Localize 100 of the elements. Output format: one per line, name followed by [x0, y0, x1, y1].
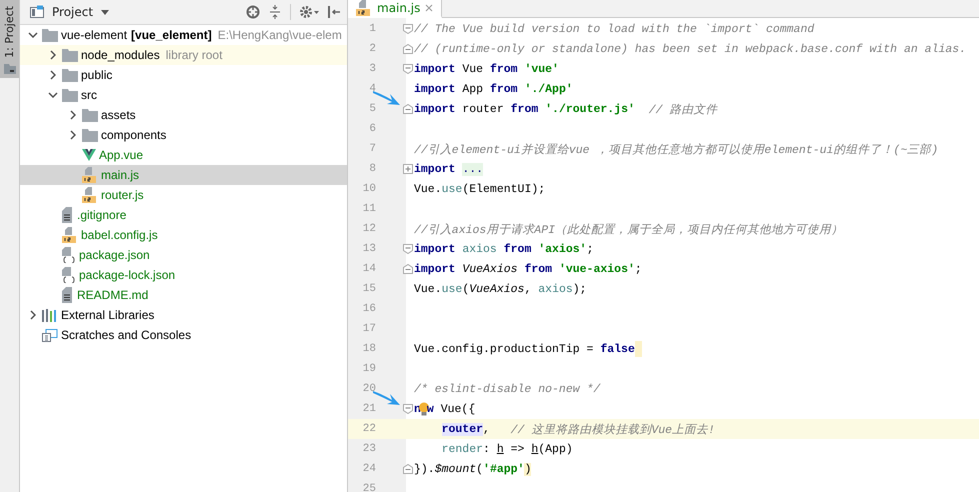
item-name: External Libraries: [61, 308, 154, 322]
item-name: .gitignore: [77, 208, 126, 222]
line-number: 22: [362, 423, 376, 435]
code-line: render: h => h(App): [440, 442, 573, 458]
tree-item[interactable]: Scratches and Consoles: [20, 325, 347, 345]
line-number: 6: [368, 123, 376, 135]
item-name: package.json: [79, 248, 150, 262]
line-number: 4: [368, 83, 376, 95]
line-number: 3: [368, 63, 376, 75]
editor-tab[interactable]: main.js: [348, 0, 442, 18]
line-number: 13: [362, 243, 376, 255]
scratches-icon: [42, 328, 58, 342]
code-line: //引入axios用于请求API（此处配置，属于全局，项目内任何其他地方可使用）: [414, 222, 844, 238]
line-number: 16: [362, 303, 376, 315]
folder-icon: [42, 28, 58, 42]
chevron-down-icon[interactable]: [28, 32, 38, 38]
js-file-icon: [62, 227, 78, 243]
line-number: 25: [362, 483, 376, 492]
chevron-down-icon[interactable]: [48, 92, 58, 98]
caret-icon: [101, 10, 110, 14]
code-line: Vue.config.productionTip = false: [414, 340, 642, 358]
fold-start-icon[interactable]: [403, 244, 413, 254]
tree-item[interactable]: External Libraries: [20, 305, 347, 325]
code-line: //引入element-ui并设置给vue ，项目其他任意地方都可以使用element-ui的组件了！(~三部): [414, 142, 938, 158]
fold-end-icon[interactable]: [403, 264, 413, 274]
close-icon[interactable]: [425, 4, 434, 12]
folder-icon: [82, 128, 98, 142]
line-number: 8: [368, 163, 376, 175]
collapse-icon[interactable]: [268, 5, 282, 19]
tree-item[interactable]: src: [20, 85, 347, 105]
project-tool-tab[interactable]: 1: Project: [0, 0, 19, 78]
fold-end-icon[interactable]: [403, 44, 413, 54]
fold-end-icon[interactable]: [403, 464, 413, 474]
hide-panel-icon[interactable]: [327, 5, 341, 19]
item-hint: E:\HengKang\vue-elem: [218, 28, 342, 42]
tree-item[interactable]: App.vue: [20, 145, 347, 165]
libraries-icon: [42, 308, 58, 322]
item-name: main.js: [101, 168, 140, 182]
line-number: 1: [368, 23, 376, 35]
code-line: /* eslint-disable no-new */: [414, 382, 600, 398]
tree-item[interactable]: README.md: [20, 285, 347, 305]
line-number: 12: [362, 223, 376, 235]
item-name: src: [81, 88, 97, 102]
item-name: router.js: [101, 188, 144, 202]
item-name: node_modules: [81, 48, 160, 62]
tree-item[interactable]: public: [20, 65, 347, 85]
js-file-icon: [82, 167, 98, 183]
tree-item[interactable]: node_modules library root: [20, 45, 347, 65]
line-number: 7: [368, 143, 376, 155]
fold-start-icon[interactable]: [403, 404, 413, 414]
tree-item[interactable]: babel.config.js: [20, 225, 347, 245]
tree-item[interactable]: main.js: [20, 165, 347, 185]
project-view-dropdown[interactable]: Project: [52, 5, 110, 19]
code-line: // (runtime-only or standalone) has been set in webpack.base.conf with an alias.: [414, 42, 966, 58]
line-number: 24: [362, 463, 376, 475]
fold-end-icon[interactable]: [403, 104, 413, 114]
item-name: Scratches and Consoles: [61, 328, 192, 342]
item-name: public: [81, 68, 112, 82]
code-line: router, // 这里将路由模块挂载到Vue上面去!: [440, 422, 715, 438]
code-line: import router from './router.js' // 路由文件: [414, 102, 718, 118]
line-number: 19: [362, 363, 376, 375]
line-number: 11: [362, 203, 376, 215]
folder-icon: [62, 88, 78, 102]
item-name: components: [101, 128, 166, 142]
line-number: 17: [362, 323, 376, 335]
fold-start-icon[interactable]: [403, 64, 413, 74]
line-number: 18: [362, 343, 376, 355]
tree-item[interactable]: package.json: [20, 245, 347, 265]
code-line: import Vue from 'vue': [414, 62, 559, 78]
code-line: // The Vue build version to load with the `import` command: [414, 22, 814, 38]
folder-icon: [62, 48, 78, 62]
code-line: import axios from 'axios';: [414, 242, 594, 258]
item-name: babel.config.js: [81, 228, 158, 242]
tree-item[interactable]: router.js: [20, 185, 347, 205]
tree-item[interactable]: vue-element [vue_element] E:\HengKang\vue-elem: [20, 25, 347, 45]
item-name: vue-element: [61, 28, 128, 42]
text-file-icon: [62, 207, 74, 223]
chevron-right-icon[interactable]: [30, 310, 36, 320]
module-name: [vue_element]: [131, 28, 212, 42]
line-number: 21: [362, 403, 376, 415]
tree-item[interactable]: assets: [20, 105, 347, 125]
code-line: Vue.use(ElementUI);: [414, 182, 546, 198]
tree-item[interactable]: .gitignore: [20, 205, 347, 225]
fold-expand-icon[interactable]: [403, 164, 413, 174]
tree-item[interactable]: package-lock.json: [20, 265, 347, 285]
item-name: package-lock.json: [79, 268, 176, 282]
folder-icon: [62, 68, 78, 82]
locate-icon[interactable]: [246, 5, 260, 19]
line-number: 20: [362, 383, 376, 395]
json-file-icon: [62, 247, 76, 263]
item-name: assets: [101, 108, 136, 122]
line-number: 15: [362, 283, 376, 295]
code-line: Vue.use(VueAxios, axios);: [414, 282, 587, 298]
js-file-icon: [356, 0, 372, 16]
line-number: 23: [362, 443, 376, 455]
code-line: import VueAxios from 'vue-axios';: [414, 262, 642, 278]
settings-icon[interactable]: [299, 5, 319, 19]
tree-item[interactable]: components: [20, 125, 347, 145]
fold-start-icon[interactable]: [403, 24, 413, 34]
folder-icon: [82, 108, 98, 122]
